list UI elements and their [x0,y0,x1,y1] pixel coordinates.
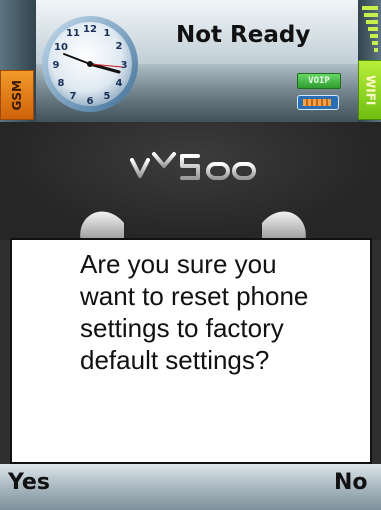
dialog-message-line: want to reset phone [80,281,309,311]
svg-text:6: 6 [87,96,94,107]
svg-text:10: 10 [54,42,68,53]
phone-screen: GSM WIFI 12 1 2 3 4 5 6 7 8 9 10 11 Not … [0,0,381,510]
gsm-indicator: GSM [0,70,34,120]
svg-text:3: 3 [121,60,128,71]
svg-text:1: 1 [104,28,111,39]
wifi-indicator: WIFI [358,60,381,120]
softkey-bar: Yes No [0,464,381,510]
dialog-message-line: default settings? [80,345,270,375]
svg-text:7: 7 [70,91,77,102]
battery-icon [297,95,339,110]
dialog-message-line: Are you sure you [80,249,277,279]
dialog-message: Are you sure you want to reset phone set… [52,248,362,376]
wifi-label: WIFI [363,74,378,106]
svg-text:11: 11 [66,28,80,39]
analog-clock-icon: 12 1 2 3 4 5 6 7 8 9 10 11 [42,16,138,112]
voip-indicator: VOIP [297,73,341,89]
svg-text:2: 2 [116,41,123,52]
brand-logo [130,152,256,180]
status-title: Not Ready [176,22,311,48]
dialog-message-line: settings to factory [80,313,284,343]
signal-bars-icon [362,6,378,54]
reset-confirmation-dialog: Are you sure you want to reset phone set… [10,238,372,464]
no-softkey[interactable]: No [334,470,368,495]
svg-text:9: 9 [53,60,60,71]
svg-text:8: 8 [58,78,65,89]
yes-softkey[interactable]: Yes [8,470,50,495]
svg-text:4: 4 [116,78,123,89]
svg-text:12: 12 [83,24,97,35]
gsm-label: GSM [10,79,24,111]
svg-text:5: 5 [104,91,111,102]
